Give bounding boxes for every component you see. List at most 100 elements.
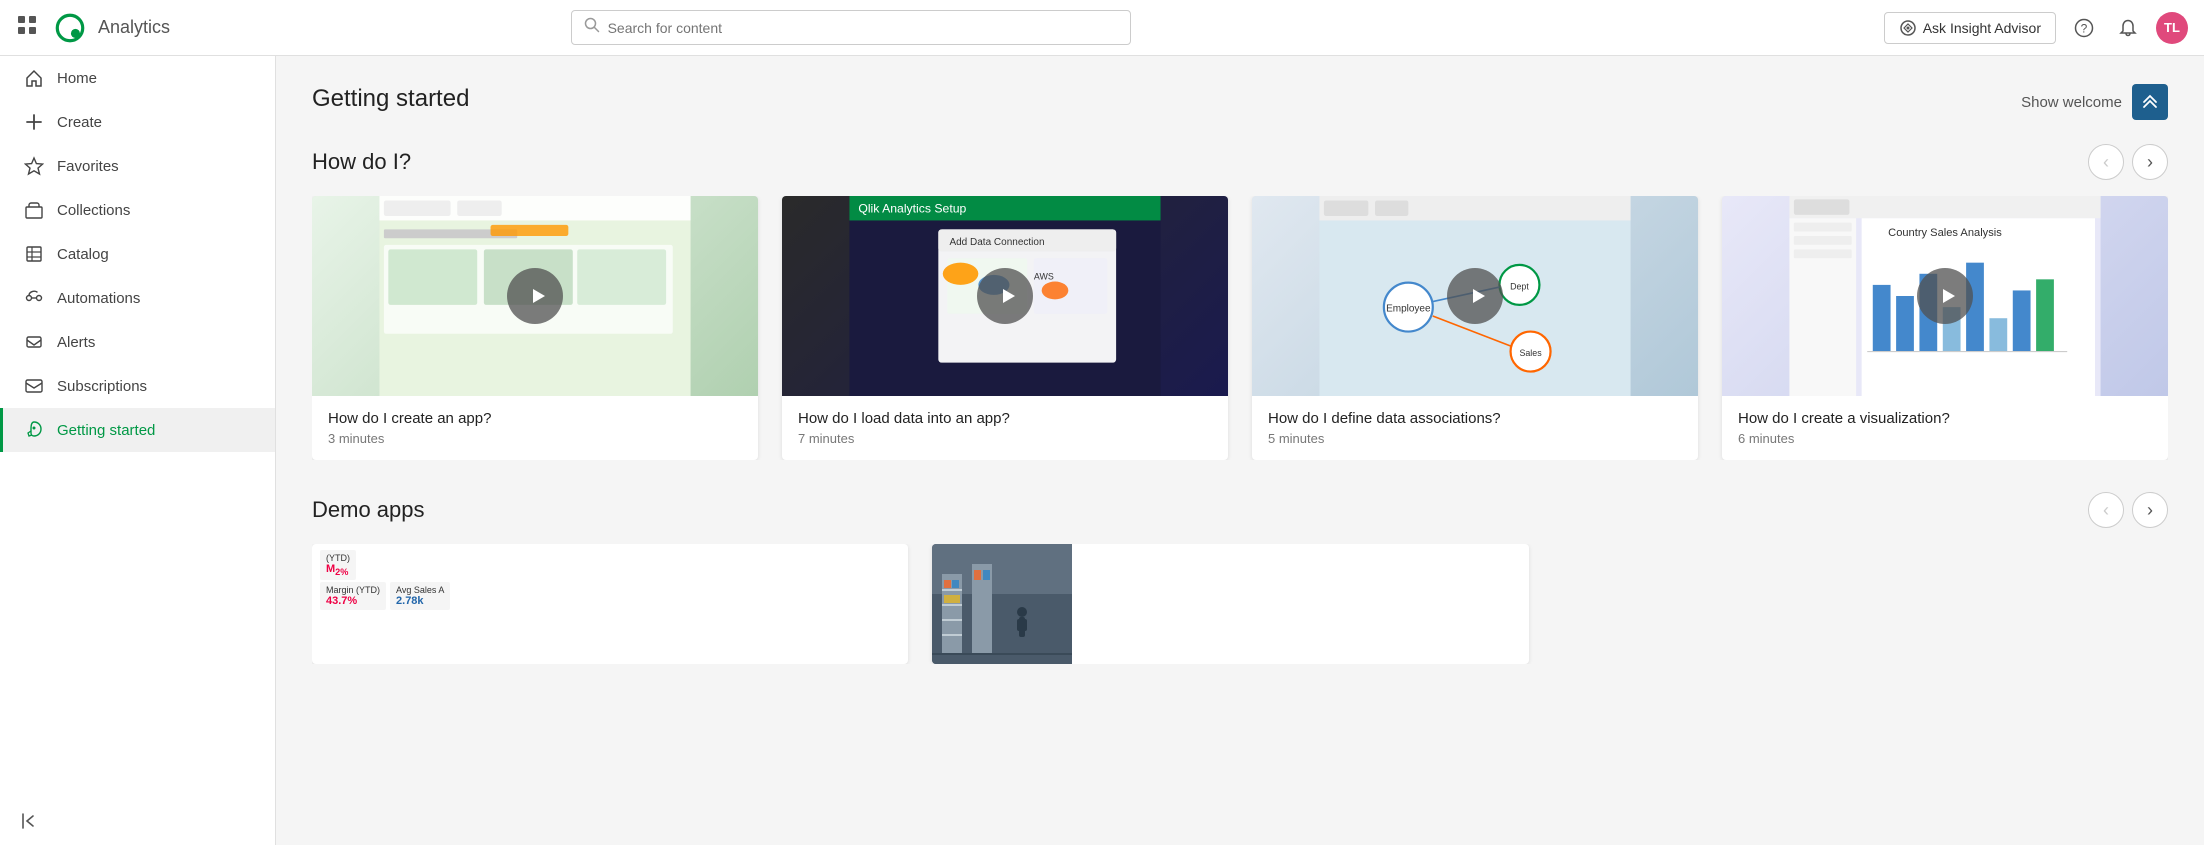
demo-apps-prev-button[interactable]: ‹ [2088,492,2124,528]
demo-card-1[interactable]: (YTD)M2% Margin (YTD)43.7% Avg Sales A2.… [312,544,908,664]
video-info-1: How do I create an app? 3 minutes [312,396,758,460]
demo-card-2[interactable] [932,544,1528,664]
video-cards-row: How do I create an app? 3 minutes Qlik A… [312,196,2168,460]
how-do-i-heading: How do I? [312,149,411,175]
video-thumb-1 [312,196,758,396]
sidebar-item-subscriptions-label: Subscriptions [57,378,147,395]
sidebar-item-automations-label: Automations [57,290,140,307]
sidebar-item-collections-label: Collections [57,202,130,219]
sidebar-item-create-label: Create [57,114,102,131]
search-icon [584,17,600,38]
video-card-2: Qlik Analytics Setup Add Data Connection [782,196,1228,460]
how-do-i-nav: ‹ › [2088,144,2168,180]
video-thumb-bg-2: Qlik Analytics Setup Add Data Connection [782,196,1228,396]
automations-icon [23,288,45,308]
video-title-1: How do I create an app? [328,410,742,427]
svg-text:?: ? [2081,21,2088,35]
demo-card-1-chart: (YTD)M2% Margin (YTD)43.7% Avg Sales A2.… [312,544,458,664]
show-welcome-area: Show welcome [2021,84,2168,120]
kpi-row-1: (YTD)M2% [320,550,450,580]
svg-text:Dept: Dept [1510,281,1529,291]
demo-card-2-image [932,544,1072,664]
svg-text:AWS: AWS [1034,271,1054,281]
sidebar-item-create[interactable]: Create [0,100,275,144]
demo-apps-header-row: Demo apps ‹ › [312,492,2168,528]
svg-text:Sales: Sales [1519,348,1542,358]
top-right-actions: Ask Insight Advisor ? TL [1884,12,2188,44]
notifications-button[interactable] [2112,12,2144,44]
video-title-3: How do I define data associations? [1268,410,1682,427]
main-content: Getting started Show welcome How do I? ‹ [276,56,2204,845]
video-thumb-2: Qlik Analytics Setup Add Data Connection [782,196,1228,396]
sidebar-item-collections[interactable]: Collections [0,188,275,232]
video-thumb-bg-4: Country Sales Analysis [1722,196,2168,396]
video-thumb-bg-3: Employee Dept Sales [1252,196,1698,396]
show-welcome-button[interactable]: Show welcome [2021,94,2122,111]
sidebar-item-home[interactable]: Home [0,56,275,100]
sidebar-item-favorites[interactable]: Favorites [0,144,275,188]
video-card-4: Country Sales Analysis [1722,196,2168,460]
sidebar-item-alerts[interactable]: Alerts [0,320,275,364]
star-icon [23,156,45,176]
video-duration-1: 3 minutes [328,431,742,446]
page-title: Getting started [312,85,469,113]
sidebar-item-subscriptions[interactable]: Subscriptions [0,364,275,408]
qlik-logo[interactable] [50,8,90,48]
video-info-4: How do I create a visualization? 6 minut… [1722,396,2168,460]
search-input[interactable] [608,20,1118,36]
svg-text:Country Sales Analysis: Country Sales Analysis [1888,227,2002,239]
demo-apps-nav: ‹ › [2088,492,2168,528]
avatar[interactable]: TL [2156,12,2188,44]
insight-advisor-button[interactable]: Ask Insight Advisor [1884,12,2056,44]
video-thumb-3: Employee Dept Sales [1252,196,1698,396]
sidebar-collapse-button[interactable] [0,797,275,845]
plus-icon [23,112,45,132]
home-icon [23,68,45,88]
grid-menu-icon[interactable] [16,14,38,41]
demo-card-2-inner [932,544,1528,664]
sidebar-item-automations[interactable]: Automations [0,276,275,320]
kpi-row-2: Margin (YTD)43.7% Avg Sales A2.78k [320,582,450,610]
expand-button[interactable] [2132,84,2168,120]
app-title: Analytics [98,17,170,38]
video-thumb-bg-1 [312,196,758,396]
video-duration-2: 7 minutes [798,431,1212,446]
svg-text:Employee: Employee [1386,304,1431,315]
demo-cards-row: (YTD)M2% Margin (YTD)43.7% Avg Sales A2.… [312,544,2168,664]
subscriptions-icon [23,376,45,396]
kpi-margin: Margin (YTD)43.7% [320,582,386,610]
video-thumb-4: Country Sales Analysis [1722,196,2168,396]
help-button[interactable]: ? [2068,12,2100,44]
video-play-button-1[interactable] [507,268,563,324]
rocket-icon [23,420,45,440]
video-play-button-2[interactable] [977,268,1033,324]
video-play-button-3[interactable] [1447,268,1503,324]
how-do-i-header-row: How do I? ‹ › [312,144,2168,180]
sidebar-item-catalog[interactable]: Catalog [0,232,275,276]
sidebar-item-favorites-label: Favorites [57,158,119,175]
video-title-2: How do I load data into an app? [798,410,1212,427]
video-card-3: Employee Dept Sales [1252,196,1698,460]
svg-text:Add Data Connection: Add Data Connection [949,237,1044,248]
sidebar-item-home-label: Home [57,70,97,87]
sidebar: Home Create Favorites [0,56,276,845]
sidebar-item-alerts-label: Alerts [57,334,95,351]
collections-icon [23,200,45,220]
layout: Home Create Favorites [0,56,2204,845]
video-duration-3: 5 minutes [1268,431,1682,446]
video-info-2: How do I load data into an app? 7 minute… [782,396,1228,460]
kpi-ytd: (YTD)M2% [320,550,356,580]
content-inner: Getting started Show welcome How do I? ‹ [276,56,2204,692]
how-do-i-prev-button[interactable]: ‹ [2088,144,2124,180]
catalog-icon [23,244,45,264]
insight-advisor-label: Ask Insight Advisor [1923,20,2041,36]
demo-apps-next-button[interactable]: › [2132,492,2168,528]
how-do-i-next-button[interactable]: › [2132,144,2168,180]
video-card-1: How do I create an app? 3 minutes [312,196,758,460]
demo-apps-heading: Demo apps [312,497,425,523]
video-play-button-4[interactable] [1917,268,1973,324]
alerts-icon [23,332,45,352]
top-nav: Analytics Ask Insight Advisor ? [0,0,2204,56]
sidebar-item-getting-started[interactable]: Getting started [0,408,275,452]
sidebar-item-getting-started-label: Getting started [57,422,155,439]
